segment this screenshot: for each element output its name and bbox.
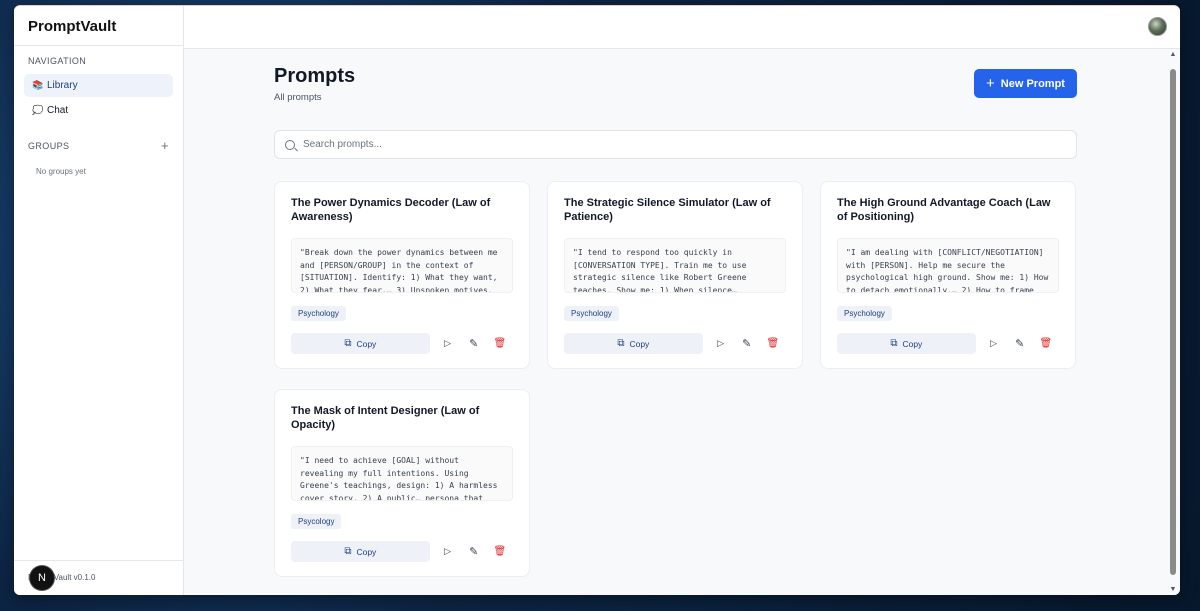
- app-window: PromptVault NAVIGATION 📚 Library 💭 Chat …: [14, 5, 1180, 595]
- edit-button[interactable]: ✎: [461, 333, 487, 354]
- content-area: Prompts All prompts + New Prompt The Pow…: [184, 49, 1180, 595]
- trash-icon: 🗑: [493, 546, 507, 557]
- search-icon: [285, 139, 295, 150]
- books-icon: 📚: [32, 80, 44, 90]
- prompt-card: The Strategic Silence Simulator (Law of …: [547, 181, 803, 369]
- copy-button[interactable]: ⧉ Copy: [291, 541, 430, 562]
- card-actions: ⧉ Copy ▷ ✎ 🗑: [564, 333, 786, 354]
- card-actions: ⧉ Copy ▷ ✎ 🗑: [291, 541, 513, 562]
- copy-label: Copy: [356, 546, 377, 557]
- copy-label: Copy: [902, 338, 923, 349]
- new-prompt-button[interactable]: + New Prompt: [974, 69, 1077, 98]
- nav-heading: NAVIGATION: [28, 56, 87, 66]
- brand-title: PromptVault: [14, 6, 183, 46]
- top-bar: [184, 6, 1180, 49]
- copy-button[interactable]: ⧉ Copy: [291, 333, 430, 354]
- plus-icon: +: [986, 75, 995, 92]
- pencil-icon: ✎: [742, 338, 752, 350]
- edit-button[interactable]: ✎: [734, 333, 760, 354]
- tag-badge[interactable]: Psychology: [837, 306, 892, 321]
- prompt-card: The Power Dynamics Decoder (Law of Aware…: [274, 181, 530, 369]
- run-button[interactable]: ▷: [980, 333, 1006, 354]
- card-title: The Mask of Intent Designer (Law of Opac…: [291, 405, 480, 431]
- trash-icon: 🗑: [766, 338, 780, 349]
- scroll-thumb[interactable]: [1170, 69, 1176, 575]
- delete-button[interactable]: 🗑: [760, 333, 786, 354]
- search-box[interactable]: [274, 130, 1077, 159]
- search-input[interactable]: [303, 139, 1066, 150]
- play-icon: ▷: [444, 338, 452, 348]
- prompt-card: The High Ground Advantage Coach (Law of …: [820, 181, 1076, 369]
- copy-icon: ⧉: [890, 338, 898, 349]
- card-body: "I am dealing with [CONFLICT/NEGOTIATION…: [837, 238, 1059, 293]
- pencil-icon: ✎: [1015, 338, 1025, 350]
- delete-button[interactable]: 🗑: [487, 333, 513, 354]
- copy-icon: ⧉: [617, 338, 625, 349]
- play-icon: ▷: [717, 338, 725, 348]
- card-title: The High Ground Advantage Coach (Law of …: [837, 197, 1051, 223]
- tag-badge[interactable]: Psychology: [291, 306, 346, 321]
- tag-badge[interactable]: Psychology: [564, 306, 619, 321]
- edit-button[interactable]: ✎: [461, 541, 487, 562]
- sidebar-item-label: Chat: [47, 105, 69, 116]
- page-title: Prompts: [274, 65, 356, 87]
- card-body: "Break down the power dynamics between m…: [291, 238, 513, 293]
- page-header: Prompts All prompts: [274, 65, 355, 103]
- card-title: The Strategic Silence Simulator (Law of …: [564, 197, 771, 223]
- groups-header: GROUPS +: [14, 124, 183, 159]
- copy-button[interactable]: ⧉ Copy: [564, 333, 703, 354]
- card-actions: ⧉ Copy ▷ ✎ 🗑: [291, 333, 513, 354]
- card-body: "I need to achieve [GOAL] without reveal…: [291, 446, 513, 501]
- scroll-down-icon[interactable]: ▼: [1169, 586, 1177, 593]
- pencil-icon: ✎: [469, 338, 479, 350]
- delete-button[interactable]: 🗑: [1033, 333, 1059, 354]
- copy-button[interactable]: ⧉ Copy: [837, 333, 976, 354]
- run-button[interactable]: ▷: [707, 333, 733, 354]
- edit-button[interactable]: ✎: [1007, 333, 1033, 354]
- copy-label: Copy: [629, 338, 650, 349]
- run-button[interactable]: ▷: [434, 541, 460, 562]
- add-group-icon[interactable]: +: [161, 138, 169, 153]
- copy-icon: ⧉: [344, 546, 352, 557]
- sidebar-item-chat[interactable]: 💭 Chat: [24, 99, 173, 122]
- card-body: "I tend to respond too quickly in [CONVE…: [564, 238, 786, 293]
- chat-bubble-icon: 💭: [32, 105, 44, 115]
- pencil-icon: ✎: [469, 546, 479, 558]
- page-subtitle: All prompts: [274, 92, 322, 103]
- copy-icon: ⧉: [344, 338, 352, 349]
- sidebar: PromptVault NAVIGATION 📚 Library 💭 Chat …: [14, 6, 184, 595]
- prompt-card: The Mask of Intent Designer (Law of Opac…: [274, 389, 530, 577]
- avatar[interactable]: [1148, 17, 1167, 36]
- sidebar-item-label: Library: [47, 80, 78, 91]
- play-icon: ▷: [990, 338, 998, 348]
- sidebar-item-library[interactable]: 📚 Library: [24, 74, 173, 97]
- delete-button[interactable]: 🗑: [487, 541, 513, 562]
- run-button[interactable]: ▷: [434, 333, 460, 354]
- card-title: The Power Dynamics Decoder (Law of Aware…: [291, 197, 491, 223]
- main-area: Prompts All prompts + New Prompt The Pow…: [184, 6, 1180, 595]
- scroll-up-icon[interactable]: ▲: [1169, 51, 1177, 58]
- tag-badge[interactable]: Psycology: [291, 514, 342, 529]
- no-groups-text: No groups yet: [36, 167, 86, 176]
- copy-label: Copy: [356, 338, 377, 349]
- trash-icon: 🗑: [1039, 338, 1053, 349]
- groups-heading: GROUPS: [28, 140, 70, 151]
- trash-icon: 🗑: [493, 338, 507, 349]
- play-icon: ▷: [444, 546, 452, 556]
- n-badge-icon[interactable]: N: [30, 566, 54, 590]
- card-actions: ⧉ Copy ▷ ✎ 🗑: [837, 333, 1059, 354]
- scrollbar[interactable]: ▲ ▼: [1168, 51, 1178, 593]
- new-prompt-label: New Prompt: [1000, 77, 1065, 90]
